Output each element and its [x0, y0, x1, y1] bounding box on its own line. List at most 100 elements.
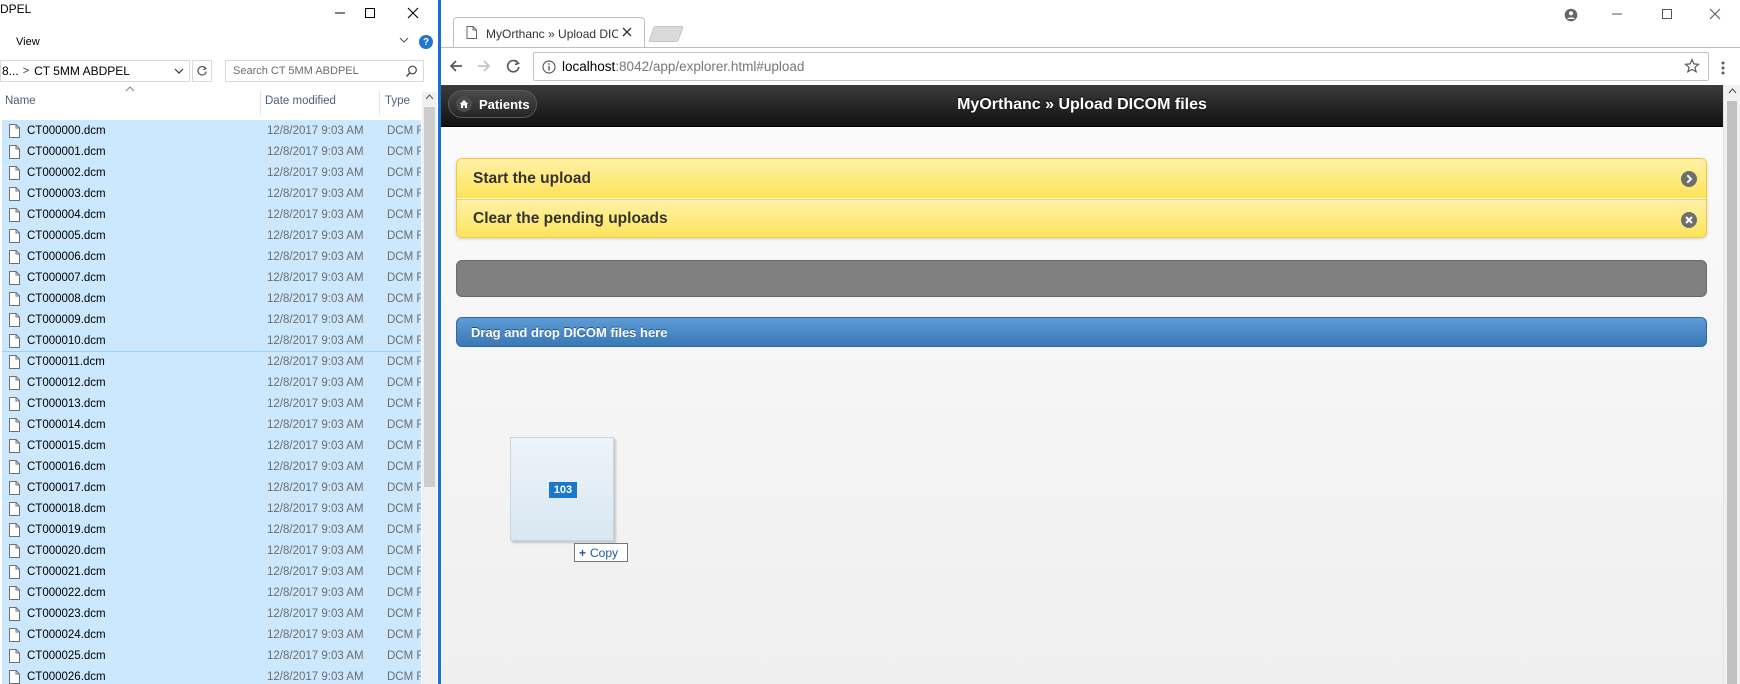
file-row[interactable]: CT000020.dcm 12/8/2017 9:03 AM DCM F: [2, 540, 421, 561]
file-row[interactable]: CT000010.dcm 12/8/2017 9:03 AM DCM F: [2, 330, 421, 351]
tab-close-icon[interactable]: [622, 27, 632, 37]
browser-tab[interactable]: MyOrthanc » Upload DIC: [453, 17, 645, 48]
file-date: 12/8/2017 9:03 AM: [267, 482, 364, 494]
file-date: 12/8/2017 9:03 AM: [267, 146, 364, 158]
file-row[interactable]: CT000016.dcm 12/8/2017 9:03 AM DCM F: [2, 456, 421, 477]
file-row[interactable]: CT000003.dcm 12/8/2017 9:03 AM DCM F: [2, 183, 421, 204]
chevron-down-icon[interactable]: [174, 65, 184, 77]
file-date: 12/8/2017 9:03 AM: [267, 650, 364, 662]
scrollbar[interactable]: [422, 92, 437, 684]
column-header-type[interactable]: Type: [385, 95, 410, 107]
file-icon: [9, 481, 20, 495]
address-bar[interactable]: 8... > CT 5MM ABDPEL: [0, 60, 190, 82]
file-row[interactable]: CT000014.dcm 12/8/2017 9:03 AM DCM F: [2, 414, 421, 435]
file-type: DCM F: [387, 419, 421, 431]
plus-icon: +: [579, 545, 587, 560]
file-type: DCM F: [387, 230, 421, 242]
file-row[interactable]: CT000005.dcm 12/8/2017 9:03 AM DCM F: [2, 225, 421, 246]
scroll-up-icon[interactable]: [1728, 87, 1737, 94]
file-row[interactable]: CT000019.dcm 12/8/2017 9:03 AM DCM F: [2, 519, 421, 540]
browser-window: MyOrthanc » Upload DIC localhost:8042/ap…: [441, 0, 1740, 684]
file-icon: [9, 313, 20, 327]
file-name: CT000002.dcm: [27, 167, 106, 179]
file-name: CT000023.dcm: [27, 608, 106, 620]
page-scrollbar[interactable]: [1723, 85, 1740, 684]
close-circle-icon: [1681, 212, 1697, 228]
back-arrow-icon[interactable]: [448, 58, 464, 74]
file-row[interactable]: CT000012.dcm 12/8/2017 9:03 AM DCM F: [2, 372, 421, 393]
url-bar[interactable]: localhost:8042/app/explorer.html#upload: [533, 52, 1709, 81]
file-list[interactable]: CT000000.dcm 12/8/2017 9:03 AM DCM F CT0000…: [0, 120, 421, 684]
file-row[interactable]: CT000013.dcm 12/8/2017 9:03 AM DCM F: [2, 393, 421, 414]
chevron-down-icon[interactable]: [398, 34, 410, 46]
file-name: CT000000.dcm: [27, 125, 106, 137]
close-button[interactable]: [398, 0, 428, 26]
file-name: CT000020.dcm: [27, 545, 106, 557]
file-date: 12/8/2017 9:03 AM: [267, 398, 364, 410]
help-icon[interactable]: ?: [419, 35, 433, 49]
file-row[interactable]: CT000018.dcm 12/8/2017 9:03 AM DCM F: [2, 498, 421, 519]
reload-icon[interactable]: [505, 58, 521, 74]
file-row[interactable]: CT000001.dcm 12/8/2017 9:03 AM DCM F: [2, 141, 421, 162]
file-row[interactable]: CT000024.dcm 12/8/2017 9:03 AM DCM F: [2, 624, 421, 645]
dropzone[interactable]: Drag and drop DICOM files here: [456, 317, 1707, 347]
file-row[interactable]: CT000008.dcm 12/8/2017 9:03 AM DCM F: [2, 288, 421, 309]
file-type: DCM F: [387, 587, 421, 599]
upload-actions-list: Start the upload Clear the pending uploa…: [456, 158, 1707, 238]
star-icon[interactable]: [1684, 58, 1700, 74]
kebab-menu-icon[interactable]: [1720, 61, 1726, 75]
maximize-button[interactable]: [355, 0, 385, 26]
file-row[interactable]: CT000004.dcm 12/8/2017 9:03 AM DCM F: [2, 204, 421, 225]
start-upload-button[interactable]: Start the upload: [457, 159, 1706, 198]
browser-toolbar: localhost:8042/app/explorer.html#upload: [441, 47, 1740, 85]
file-icon: [9, 418, 20, 432]
breadcrumb-prev[interactable]: 8...: [1, 64, 19, 78]
search-input[interactable]: Search CT 5MM ABDPEL: [225, 60, 424, 82]
refresh-button[interactable]: [192, 60, 212, 82]
clear-pending-uploads-button[interactable]: Clear the pending uploads: [457, 199, 1706, 237]
maximize-icon[interactable]: [1661, 6, 1673, 22]
upload-progress-bar: [456, 260, 1707, 297]
file-row[interactable]: CT000023.dcm 12/8/2017 9:03 AM DCM F: [2, 603, 421, 624]
file-row[interactable]: CT000006.dcm 12/8/2017 9:03 AM DCM F: [2, 246, 421, 267]
file-row[interactable]: CT000011.dcm 12/8/2017 9:03 AM DCM F: [2, 351, 421, 372]
file-row[interactable]: CT000007.dcm 12/8/2017 9:03 AM DCM F: [2, 267, 421, 288]
scrollbar-thumb[interactable]: [1727, 101, 1737, 684]
profile-icon[interactable]: [1564, 8, 1578, 22]
file-row[interactable]: CT000009.dcm 12/8/2017 9:03 AM DCM F: [2, 309, 421, 330]
file-row[interactable]: CT000000.dcm 12/8/2017 9:03 AM DCM F: [2, 120, 421, 141]
minimize-icon[interactable]: [1611, 6, 1623, 22]
scrollbar-thumb[interactable]: [424, 107, 435, 487]
maximize-icon: [365, 8, 375, 18]
file-row[interactable]: CT000021.dcm 12/8/2017 9:03 AM DCM F: [2, 561, 421, 582]
arrow-right-circle-icon: [1681, 171, 1697, 187]
minimize-button[interactable]: [325, 0, 355, 26]
scroll-up-icon[interactable]: [425, 93, 434, 100]
file-icon: [9, 145, 20, 159]
ribbon-tab-view[interactable]: View: [16, 36, 40, 48]
file-row[interactable]: CT000025.dcm 12/8/2017 9:03 AM DCM F: [2, 645, 421, 666]
column-divider[interactable]: [260, 91, 261, 115]
file-row[interactable]: CT000022.dcm 12/8/2017 9:03 AM DCM F: [2, 582, 421, 603]
file-date: 12/8/2017 9:03 AM: [267, 629, 364, 641]
column-divider[interactable]: [379, 91, 380, 115]
close-icon[interactable]: [1709, 6, 1721, 22]
file-name: CT000009.dcm: [27, 314, 106, 326]
file-date: 12/8/2017 9:03 AM: [267, 524, 364, 536]
breadcrumb-current[interactable]: CT 5MM ABDPEL: [34, 64, 130, 78]
forward-arrow-icon[interactable]: [476, 58, 492, 74]
url-host: localhost: [562, 59, 616, 74]
new-tab-button[interactable]: [648, 26, 684, 42]
column-header-name[interactable]: Name: [5, 95, 36, 107]
info-icon[interactable]: [542, 59, 556, 74]
copy-label: Copy: [590, 545, 619, 560]
file-type: DCM F: [387, 440, 421, 452]
file-row[interactable]: CT000002.dcm 12/8/2017 9:03 AM DCM F: [2, 162, 421, 183]
file-row[interactable]: CT000017.dcm 12/8/2017 9:03 AM DCM F: [2, 477, 421, 498]
column-header-date[interactable]: Date modified: [265, 95, 336, 107]
file-row[interactable]: CT000026.dcm 12/8/2017 9:03 AM DCM F: [2, 666, 421, 684]
file-row[interactable]: CT000015.dcm 12/8/2017 9:03 AM DCM F: [2, 435, 421, 456]
window-title: DPEL: [0, 2, 32, 16]
file-type: DCM F: [387, 545, 421, 557]
file-type: DCM F: [387, 671, 421, 683]
